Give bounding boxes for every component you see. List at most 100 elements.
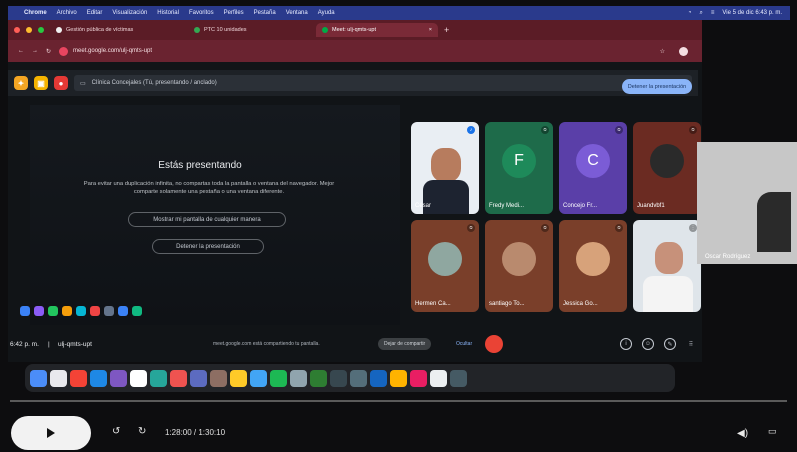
participant-tile[interactable]: C ⦸ Concejo Fr... (559, 122, 627, 214)
menu-visualizacion[interactable]: Visualización (112, 10, 147, 16)
participant-tile[interactable]: ⋮ (633, 220, 701, 312)
participant-initial: C (576, 143, 610, 178)
app-icon[interactable] (410, 369, 427, 387)
tab-favicon (194, 27, 200, 33)
menu-ayuda[interactable]: Ayuda (318, 10, 335, 16)
captions-icon[interactable]: ▭ (768, 426, 777, 437)
participant-initial: F (502, 143, 536, 178)
people-icon[interactable]: ☺ (642, 338, 654, 350)
muted-icon: ⦸ (615, 224, 623, 232)
muted-icon: ⦸ (541, 126, 549, 134)
close-window-icon[interactable] (14, 27, 20, 33)
sharing-notice: meet.google.com está compartiendo tu pan… (213, 341, 320, 347)
app-icon[interactable]: ✦ (14, 76, 28, 90)
forward-10-icon[interactable]: ↻ (138, 426, 146, 437)
participant-tile[interactable]: F ⦸ Fredy Medi... (485, 122, 553, 214)
stop-sharing-button[interactable]: Dejar de compartir (378, 338, 432, 350)
app-icon[interactable] (210, 369, 227, 387)
meeting-time: 6:42 p. m. (10, 340, 39, 348)
mail-icon[interactable] (90, 369, 107, 387)
menubar-clock[interactable]: Vie 5 de dic 6:43 p. m. (722, 10, 782, 16)
word-icon[interactable] (370, 369, 387, 387)
forward-icon[interactable]: → (32, 48, 38, 54)
leave-call-button[interactable] (485, 335, 503, 353)
minimize-window-icon[interactable] (26, 27, 32, 33)
more-options-icon[interactable]: ⋮ (689, 224, 697, 232)
document-icon[interactable] (430, 369, 447, 387)
app-icon[interactable] (350, 369, 367, 387)
close-tab-icon[interactable]: × (429, 27, 432, 33)
tab-meet[interactable]: Meet: ulj-qmts-upt × (316, 23, 438, 37)
rewind-10-icon[interactable]: ↺ (112, 426, 120, 437)
stop-presentation-button[interactable]: Detener la presentación (152, 239, 264, 254)
participant-name: Concejo Fr... (563, 203, 598, 209)
tab-ptc[interactable]: PTC 10 unidades (188, 23, 310, 37)
search-icon[interactable]: ⌕ (700, 10, 703, 17)
back-icon[interactable]: ← (18, 48, 24, 54)
menu-editar[interactable]: Editar (87, 10, 103, 16)
app-icon[interactable] (330, 369, 347, 387)
participant-face (431, 148, 461, 182)
finder-icon[interactable] (30, 369, 47, 387)
participant-tile[interactable]: ⦸ Juandvbf1 (633, 122, 701, 214)
scrub-bar[interactable] (10, 400, 787, 402)
presenting-label: Clínica Concejales (Tú, presentando / an… (91, 80, 217, 86)
hide-button[interactable]: Ocultar (456, 341, 472, 347)
calendar-icon[interactable] (130, 369, 147, 387)
app-icon[interactable] (110, 369, 127, 387)
chat-icon[interactable]: ✎ (664, 338, 676, 350)
reload-icon[interactable]: ↻ (46, 48, 51, 55)
participant-tile[interactable]: ⦸ santiago To... (485, 220, 553, 312)
app-icon[interactable] (150, 369, 167, 387)
menu-archivo[interactable]: Archivo (57, 10, 77, 16)
activities-icon[interactable]: ⠿ (686, 339, 696, 349)
url-field[interactable]: meet.google.com/ulj-qmts-upt (59, 46, 152, 56)
participant-tile[interactable]: Oscar Rodríguez (697, 142, 797, 264)
bookmark-star-icon[interactable]: ☆ (660, 48, 665, 55)
participant-face (655, 242, 683, 274)
record-icon[interactable]: ● (54, 76, 68, 90)
menu-ventana[interactable]: Ventana (286, 10, 308, 16)
new-tab-icon[interactable]: + (444, 25, 449, 35)
address-bar: ← → ↻ meet.google.com/ulj-qmts-upt ☆ (8, 40, 702, 62)
app-icon[interactable] (50, 369, 67, 387)
participant-tile[interactable]: ♪ César (411, 122, 479, 214)
menu-historial[interactable]: Historial (157, 10, 179, 16)
control-center-icon[interactable]: ≡ (711, 10, 715, 16)
app-icon (62, 306, 72, 316)
volume-icon[interactable]: ◀) (737, 428, 748, 439)
participant-body (643, 276, 693, 312)
spotify-icon[interactable] (270, 369, 287, 387)
site-icon (59, 46, 69, 56)
chrome-icon[interactable] (70, 369, 87, 387)
participant-tile[interactable]: ⦸ Hermen Ca... (411, 220, 479, 312)
stop-presenting-button[interactable]: Detener la presentación (622, 79, 692, 94)
menu-chrome[interactable]: Chrome (24, 10, 47, 16)
notes-icon[interactable] (390, 369, 407, 387)
zoom-window-icon[interactable] (38, 27, 44, 33)
profile-icon[interactable] (679, 46, 688, 56)
participant-avatar (576, 241, 610, 276)
app-icon[interactable]: ▣ (34, 76, 48, 90)
muted-icon: ⦸ (615, 126, 623, 134)
app-icon[interactable] (290, 369, 307, 387)
excel-icon[interactable] (310, 369, 327, 387)
participant-tile[interactable]: ⦸ Jessica Go... (559, 220, 627, 312)
menu-perfiles[interactable]: Perfiles (224, 10, 244, 16)
info-icon[interactable]: i (620, 338, 632, 350)
menu-favoritos[interactable]: Favoritos (189, 10, 214, 16)
app-icon (118, 306, 128, 316)
play-button[interactable] (11, 416, 91, 450)
app-icon[interactable] (170, 369, 187, 387)
app-icon[interactable] (230, 369, 247, 387)
app-icon[interactable] (250, 369, 267, 387)
app-icon (20, 306, 30, 316)
tab-label: Gestión pública de víctimas (66, 27, 134, 33)
show-anyway-button[interactable]: Mostrar mi pantalla de cualquier manera (128, 212, 286, 227)
trash-icon[interactable] (450, 369, 467, 387)
app-icon (48, 306, 58, 316)
tab-gestion[interactable]: Gestión pública de víctimas (50, 23, 182, 37)
app-icon[interactable] (190, 369, 207, 387)
menu-pestana[interactable]: Pestaña (254, 10, 276, 16)
wifi-icon[interactable]: ◔ (688, 10, 692, 16)
